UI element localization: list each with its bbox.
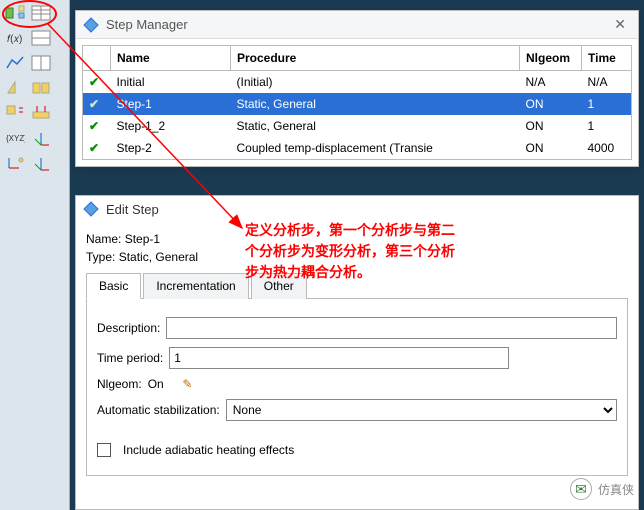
table-row[interactable]: ✔ Step-1_2 Static, General ON 1 (83, 115, 632, 137)
tab-basic[interactable]: Basic (86, 273, 141, 299)
tab-incrementation[interactable]: Incrementation (143, 273, 248, 299)
auto-stab-select[interactable]: None (226, 399, 617, 421)
left-toolbar: → 𝑓(𝑥) {XYZ} (0, 0, 70, 510)
step-table: Name Procedure Nlgeom Time ✔ Initial (In… (76, 39, 638, 166)
tab-basic-content: Description: Time period: Nlgeom: On ✎ A… (86, 299, 628, 476)
check-icon: ✔ (89, 75, 103, 89)
check-icon: ✔ (89, 119, 103, 133)
table-row[interactable]: ✔ Step-1 Static, General ON 1 (83, 93, 632, 115)
auto-stab-label: Automatic stabilization: (97, 403, 220, 417)
annotation-text: 定义分析步，第一个分析步与第二 个分析步为变形分析，第三个分析 步为热力耦合分析… (245, 220, 505, 283)
step-manager-icon[interactable] (30, 2, 52, 24)
nlgeom-value: On (148, 377, 164, 391)
col-procedure: Procedure (231, 46, 520, 71)
step-manager-dialog: Step Manager ✕ Name Procedure Nlgeom Tim… (75, 10, 639, 167)
step-create-icon[interactable]: → (4, 2, 26, 24)
axes-icon[interactable] (30, 152, 52, 174)
history-manager-icon[interactable] (30, 52, 52, 74)
name-value: Step-1 (125, 232, 160, 246)
step-manager-titlebar: Step Manager ✕ (76, 11, 638, 39)
history-output-icon[interactable] (4, 52, 26, 74)
table-row[interactable]: ✔ Step-2 Coupled temp-displacement (Tran… (83, 137, 632, 160)
table-header-row: Name Procedure Nlgeom Time (83, 46, 632, 71)
edit-step-title-icon (82, 200, 100, 218)
time-period-input[interactable] (169, 347, 509, 369)
type-value: Static, General (119, 250, 198, 264)
description-input[interactable] (166, 317, 617, 339)
name-label: Name: (86, 232, 121, 246)
csys-icon[interactable] (4, 152, 26, 174)
xyz-icon[interactable]: {XYZ} (4, 127, 26, 149)
table-row[interactable]: ✔ Initial (Initial) N/A N/A (83, 71, 632, 94)
adiabatic-checkbox[interactable] (97, 443, 111, 457)
nlgeom-label: Nlgeom: (97, 377, 142, 391)
col-name: Name (111, 46, 231, 71)
wechat-icon: ✉ (570, 478, 592, 500)
close-icon[interactable]: ✕ (608, 16, 632, 33)
col-nlgeom: Nlgeom (520, 46, 582, 71)
datum-icon[interactable] (30, 127, 52, 149)
field-manager-icon[interactable] (30, 27, 52, 49)
svg-text:𝑓(𝑥): 𝑓(𝑥) (7, 34, 22, 45)
description-label: Description: (97, 321, 160, 335)
check-icon: ✔ (89, 97, 103, 111)
step-manager-title: Step Manager (106, 17, 608, 32)
svg-text:{XYZ}: {XYZ} (6, 134, 25, 143)
contact-icon[interactable] (30, 77, 52, 99)
edit-step-titlebar: Edit Step (76, 196, 638, 222)
watermark-text: 仿真侠 (598, 481, 634, 498)
watermark: ✉ 仿真侠 (570, 478, 634, 500)
col-time: Time (582, 46, 632, 71)
check-icon: ✔ (89, 141, 103, 155)
bc-create-icon[interactable] (4, 102, 26, 124)
type-label: Type: (86, 250, 115, 264)
field-output-icon[interactable]: 𝑓(𝑥) (4, 27, 26, 49)
time-period-label: Time period: (97, 351, 163, 365)
adiabatic-label: Include adiabatic heating effects (123, 443, 294, 457)
pencil-icon[interactable]: ✎ (182, 377, 192, 391)
bc-manager-icon[interactable] (30, 102, 52, 124)
step-manager-title-icon (82, 16, 100, 34)
edit-step-title: Edit Step (106, 202, 159, 217)
interaction-icon[interactable] (4, 77, 26, 99)
